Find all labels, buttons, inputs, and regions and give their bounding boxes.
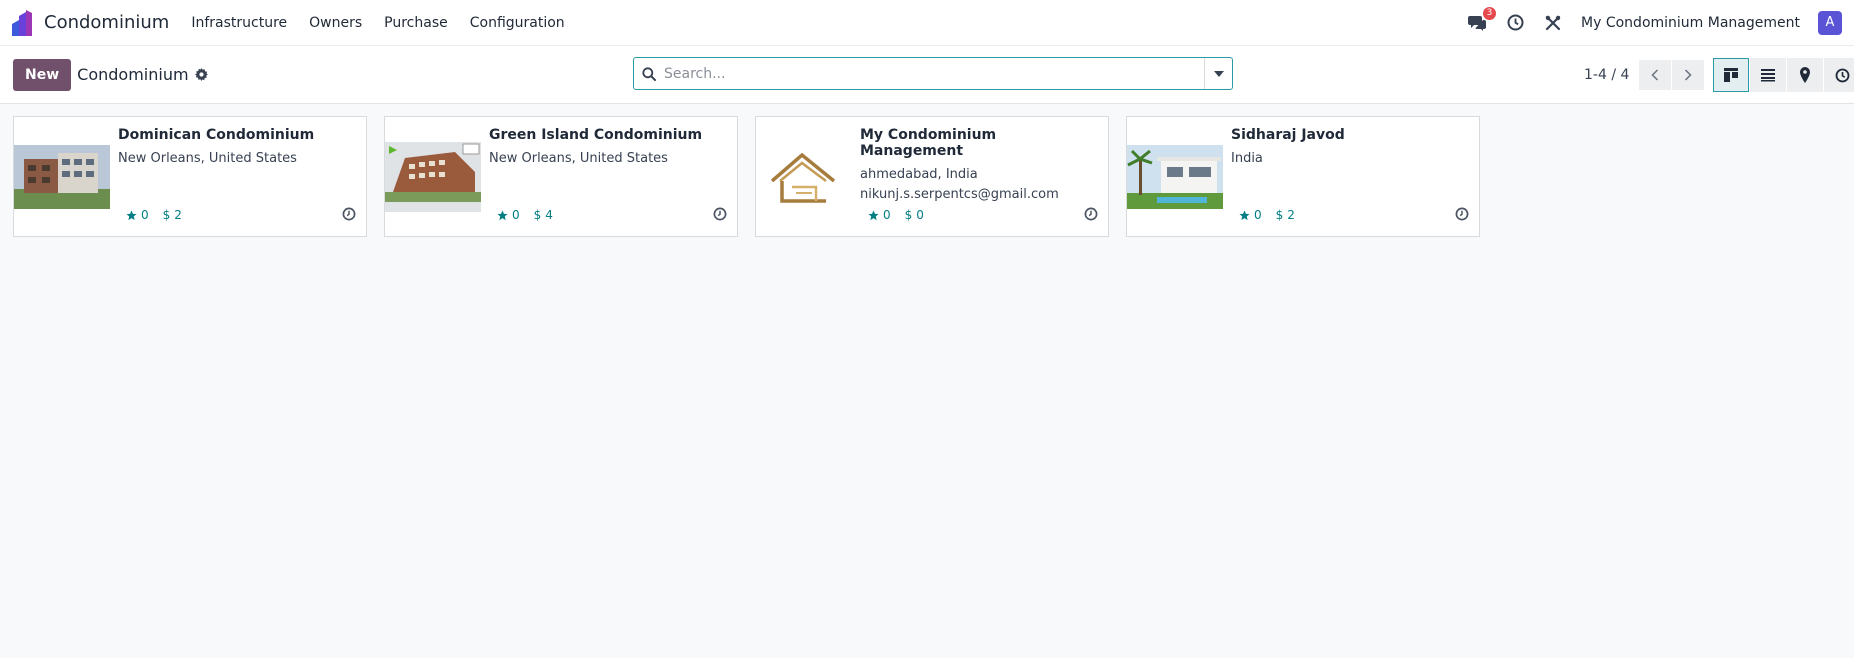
kanban-card[interactable]: Dominican Condominium New Orleans, Unite… [13, 116, 367, 237]
card-address: New Orleans, United States [118, 151, 297, 166]
card-stats: 0 $ 2 [126, 208, 182, 222]
chevron-left-icon [1651, 69, 1659, 81]
menu-infrastructure[interactable]: Infrastructure [191, 15, 287, 31]
map-marker-icon [1800, 67, 1810, 83]
rating-stat: 0 [1239, 208, 1262, 222]
rating-value: 0 [141, 208, 149, 222]
rating-stat: 0 [868, 208, 891, 222]
rating-stat: 0 [497, 208, 520, 222]
kanban-view-button[interactable] [1713, 58, 1749, 92]
pager-previous-button[interactable] [1639, 60, 1672, 90]
clock-icon [1507, 14, 1524, 31]
top-navbar: Condominium Infrastructure Owners Purcha… [0, 0, 1854, 46]
dollar-icon: $ [162, 208, 171, 222]
kanban-view: Dominican Condominium New Orleans, Unite… [0, 104, 1854, 249]
pager-value[interactable]: 1-4 / 4 [1584, 67, 1629, 83]
card-address: ahmedabad, India [860, 167, 978, 182]
kanban-card[interactable]: Sidharaj Javod India 0 $ 2 [1126, 116, 1480, 237]
company-switcher[interactable]: My Condominium Management [1581, 15, 1800, 31]
amount-stat: $ 2 [163, 208, 182, 222]
control-panel: New Condominium 1-4 / 4 [0, 46, 1854, 104]
amount-value: 0 [916, 208, 924, 222]
kanban-icon [1724, 68, 1738, 82]
card-title: Dominican Condominium [118, 127, 315, 143]
gear-icon[interactable] [194, 68, 208, 81]
search-input[interactable] [664, 58, 1204, 89]
chevron-right-icon [1685, 69, 1692, 81]
pager-next-button[interactable] [1672, 60, 1705, 90]
card-address: India [1231, 151, 1263, 166]
card-stats: 0 $ 0 [868, 208, 924, 222]
page-title: Condominium [77, 65, 189, 84]
list-view-button[interactable] [1750, 58, 1786, 92]
pager: 1-4 / 4 [1584, 60, 1705, 90]
card-image [756, 117, 852, 236]
menu-configuration[interactable]: Configuration [470, 15, 565, 31]
rating-value: 0 [1254, 208, 1262, 222]
dollar-icon: $ [904, 208, 913, 222]
card-email: nikunj.s.serpentcs@gmail.com [860, 187, 1059, 202]
rating-stat: 0 [126, 208, 149, 222]
amount-value: 4 [545, 208, 553, 222]
list-icon [1761, 69, 1775, 82]
kanban-card[interactable]: Green Island Condominium New Orleans, Un… [384, 116, 738, 237]
search-options-toggle[interactable] [1204, 58, 1232, 89]
card-title: Sidharaj Javod [1231, 127, 1345, 143]
amount-stat: $ 4 [534, 208, 553, 222]
menu-purchase[interactable]: Purchase [384, 15, 448, 31]
card-title: Green Island Condominium [489, 127, 703, 143]
clock-icon[interactable] [342, 207, 356, 225]
clock-icon[interactable] [1084, 207, 1098, 225]
card-stats: 0 $ 4 [497, 208, 553, 222]
star-icon [497, 209, 508, 220]
kanban-card[interactable]: My Condominium Management ahmedabad, Ind… [755, 116, 1109, 237]
user-avatar[interactable]: A [1818, 10, 1842, 35]
card-image [1127, 117, 1223, 236]
card-image [14, 117, 110, 236]
amount-stat: $ 0 [905, 208, 924, 222]
card-title: My Condominium Management [860, 127, 997, 159]
app-name[interactable]: Condominium [44, 12, 169, 33]
caret-down-icon [1213, 70, 1224, 77]
dollar-icon: $ [1275, 208, 1284, 222]
messages-button[interactable]: 3 [1467, 6, 1497, 33]
messages-badge: 3 [1483, 6, 1497, 20]
clock-icon[interactable] [713, 207, 727, 225]
app-logo-icon[interactable] [12, 9, 34, 36]
search-icon [634, 66, 664, 81]
activity-view-button[interactable] [1824, 58, 1854, 92]
clock-icon [1835, 68, 1849, 82]
new-button[interactable]: New [13, 58, 72, 91]
view-switcher [1713, 58, 1854, 92]
amount-stat: $ 2 [1276, 208, 1295, 222]
dollar-icon: $ [533, 208, 542, 222]
map-view-button[interactable] [1787, 58, 1823, 92]
clock-icon[interactable] [1455, 207, 1469, 225]
activity-button[interactable] [1505, 13, 1525, 33]
rating-value: 0 [883, 208, 891, 222]
navbar-systray: 3 My Condominium Management A [1467, 6, 1842, 35]
tools-icon [1545, 15, 1561, 30]
menu-owners[interactable]: Owners [309, 15, 362, 31]
rating-value: 0 [512, 208, 520, 222]
amount-value: 2 [174, 208, 182, 222]
breadcrumb: Condominium [77, 65, 208, 84]
card-stats: 0 $ 2 [1239, 208, 1295, 222]
star-icon [868, 209, 879, 220]
card-address: New Orleans, United States [489, 151, 668, 166]
star-icon [1239, 209, 1250, 220]
amount-value: 2 [1287, 208, 1295, 222]
card-image [385, 117, 481, 236]
debug-tools-button[interactable] [1543, 13, 1563, 33]
search-bar [633, 57, 1233, 90]
star-icon [126, 209, 137, 220]
